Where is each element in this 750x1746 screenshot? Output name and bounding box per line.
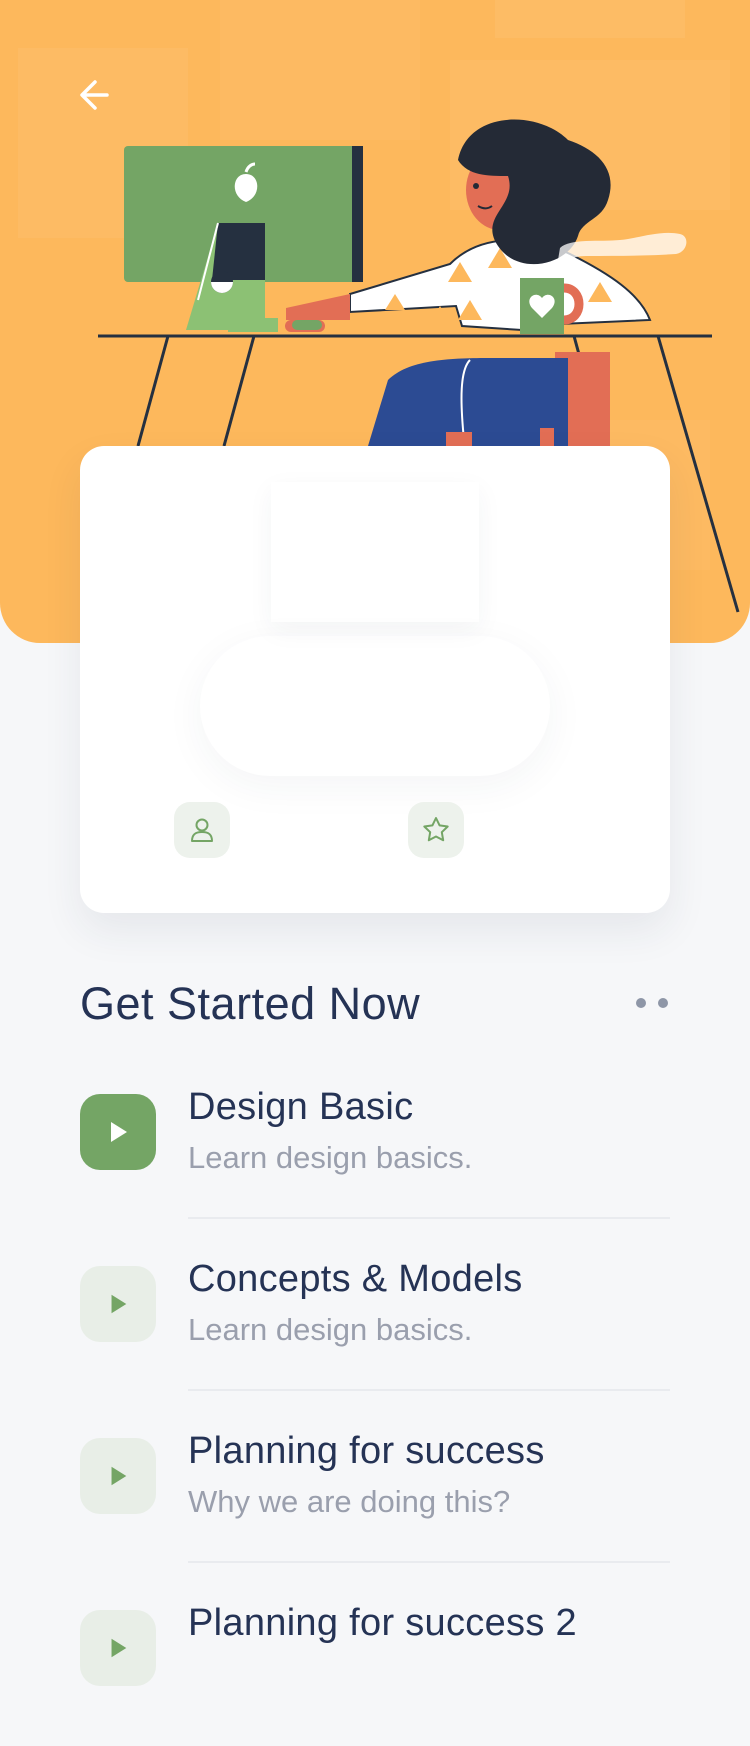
play-button[interactable] bbox=[80, 1266, 156, 1342]
play-icon bbox=[111, 1294, 127, 1314]
play-button[interactable] bbox=[80, 1094, 156, 1170]
lesson-item[interactable]: Planning for success Why we are doing th… bbox=[80, 1424, 670, 1574]
dot bbox=[658, 998, 668, 1008]
user-stat-chip[interactable] bbox=[174, 802, 230, 858]
divider bbox=[188, 1561, 670, 1563]
card-image bbox=[271, 482, 479, 622]
back-button[interactable] bbox=[62, 62, 128, 128]
divider bbox=[188, 1389, 670, 1391]
more-dots-icon[interactable] bbox=[632, 994, 672, 1012]
dot bbox=[636, 998, 646, 1008]
lesson-subtitle: Learn design basics. bbox=[188, 1312, 473, 1347]
play-button[interactable] bbox=[80, 1610, 156, 1686]
lesson-item[interactable]: Concepts & Models Learn design basics. bbox=[80, 1252, 670, 1402]
divider bbox=[188, 1217, 670, 1219]
lesson-title: Planning for success bbox=[188, 1430, 545, 1472]
card-content-area bbox=[200, 636, 550, 776]
play-icon bbox=[111, 1638, 127, 1658]
user-icon bbox=[191, 818, 213, 842]
star-icon bbox=[423, 817, 449, 842]
play-button[interactable] bbox=[80, 1438, 156, 1514]
arrow-left-icon bbox=[80, 80, 109, 110]
lesson-title: Design Basic bbox=[188, 1086, 414, 1128]
course-info-card bbox=[80, 446, 670, 913]
play-icon bbox=[111, 1122, 127, 1142]
lesson-subtitle: Why we are doing this? bbox=[188, 1484, 511, 1519]
lesson-title: Concepts & Models bbox=[188, 1258, 523, 1300]
lesson-item[interactable]: Planning for success 2 bbox=[80, 1596, 670, 1746]
lesson-subtitle: Learn design basics. bbox=[188, 1140, 473, 1175]
star-stat-chip[interactable] bbox=[408, 802, 464, 858]
lesson-item[interactable]: Design Basic Learn design basics. bbox=[80, 1080, 670, 1230]
play-icon bbox=[111, 1466, 127, 1486]
section-title: Get Started Now bbox=[80, 978, 421, 1029]
